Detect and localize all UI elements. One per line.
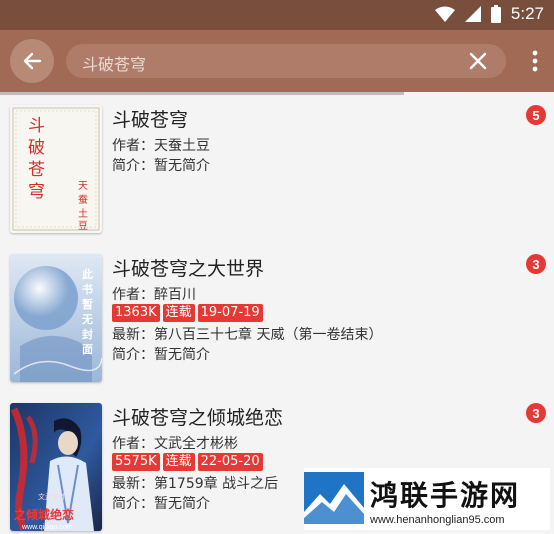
book-title: 斗破苍穹 — [112, 109, 189, 131]
book-cover: 此书暂 无封面 — [10, 254, 102, 382]
cover-title-char: 穹 — [28, 182, 45, 202]
svg-text:面: 面 — [82, 343, 93, 356]
book-tags: 1363K 连载 19-07-19 — [112, 304, 263, 322]
update-date-tag: 19-07-19 — [197, 304, 263, 322]
word-count-tag: 5575K — [112, 453, 160, 471]
more-vert-icon[interactable] — [532, 50, 538, 72]
cover-title-char: 破 — [28, 138, 45, 158]
cover-title: 之倾城绝恋 — [14, 507, 74, 522]
toolbar: 斗破苍穹 — [0, 30, 554, 92]
status-tag: 连载 — [162, 453, 195, 471]
svg-text:土: 土 — [78, 207, 88, 220]
watermark: 鸿联手游网 www.henanhonglian95.com — [304, 468, 550, 530]
book-intro: 简介：暂无简介 — [112, 158, 210, 174]
svg-text:豆: 豆 — [78, 220, 88, 232]
wifi-icon — [434, 6, 455, 22]
arrow-left-icon — [23, 52, 42, 70]
book-cover: 斗 破 苍 穹 天 蚕 土 豆 — [10, 105, 102, 233]
book-intro: 简介：暂无简介 — [112, 496, 210, 512]
svg-text:暂: 暂 — [82, 297, 93, 311]
watermark-name: 鸿联手游网 — [370, 479, 521, 512]
source-count-badge: 3 — [526, 254, 546, 274]
svg-text:书: 书 — [82, 282, 93, 296]
close-icon[interactable] — [468, 51, 488, 71]
cover-title-char: 苍 — [28, 160, 45, 180]
status-tag: 连载 — [162, 304, 195, 322]
signal-icon — [464, 6, 481, 22]
watermark-logo-icon — [304, 472, 364, 524]
update-date-tag: 22-05-20 — [197, 453, 263, 471]
book-author: 作者：天蚕土豆 — [112, 138, 210, 154]
book-title: 斗破苍穹之倾城绝恋 — [112, 407, 284, 429]
status-bar: 5:27 — [0, 0, 554, 30]
book-author: 作者：文武全才彬彬 — [112, 436, 238, 452]
clock: 5:27 — [510, 4, 544, 23]
cover-title-char: 斗 — [28, 116, 45, 136]
search-query: 斗破苍穹 — [82, 55, 147, 74]
watermark-url: www.henanhonglian95.com — [370, 514, 505, 526]
book-title: 斗破苍穹之大世界 — [112, 258, 265, 280]
svg-text:文武全才: 文武全才 — [38, 492, 66, 501]
latest-chapter: 最新：第八百三十七章 天威（第一卷结束） — [112, 327, 383, 343]
battery-icon — [490, 5, 501, 23]
book-tags: 5575K 连载 22-05-20 — [112, 453, 263, 471]
svg-text:蚕: 蚕 — [78, 194, 88, 206]
word-count-tag: 1363K — [112, 304, 160, 322]
search-input[interactable]: 斗破苍穹 — [66, 44, 506, 78]
source-count-badge: 5 — [526, 105, 546, 125]
svg-text:天: 天 — [78, 181, 88, 192]
book-intro: 简介：暂无简介 — [112, 347, 210, 363]
book-cover: 文武全才 之倾城绝恋 www.qidian.com — [10, 403, 102, 531]
book-author: 作者：醉百川 — [112, 287, 196, 303]
latest-chapter: 最新：第1759章 战斗之后 — [112, 476, 279, 492]
list-item[interactable]: 斗 破 苍 穹 天 蚕 土 豆 斗破苍穹 作者：天蚕土豆 简介：暂无简介 5 — [0, 95, 554, 244]
svg-text:封: 封 — [82, 327, 93, 341]
cover-site: www.qidian.com — [21, 524, 73, 531]
back-button[interactable] — [10, 39, 54, 83]
source-count-badge: 3 — [526, 403, 546, 423]
svg-text:无: 无 — [81, 313, 93, 326]
list-item[interactable]: 此书暂 无封面 斗破苍穹之大世界 作者：醉百川 1363K 连载 19-07-1… — [0, 244, 554, 393]
svg-text:此: 此 — [82, 267, 93, 281]
